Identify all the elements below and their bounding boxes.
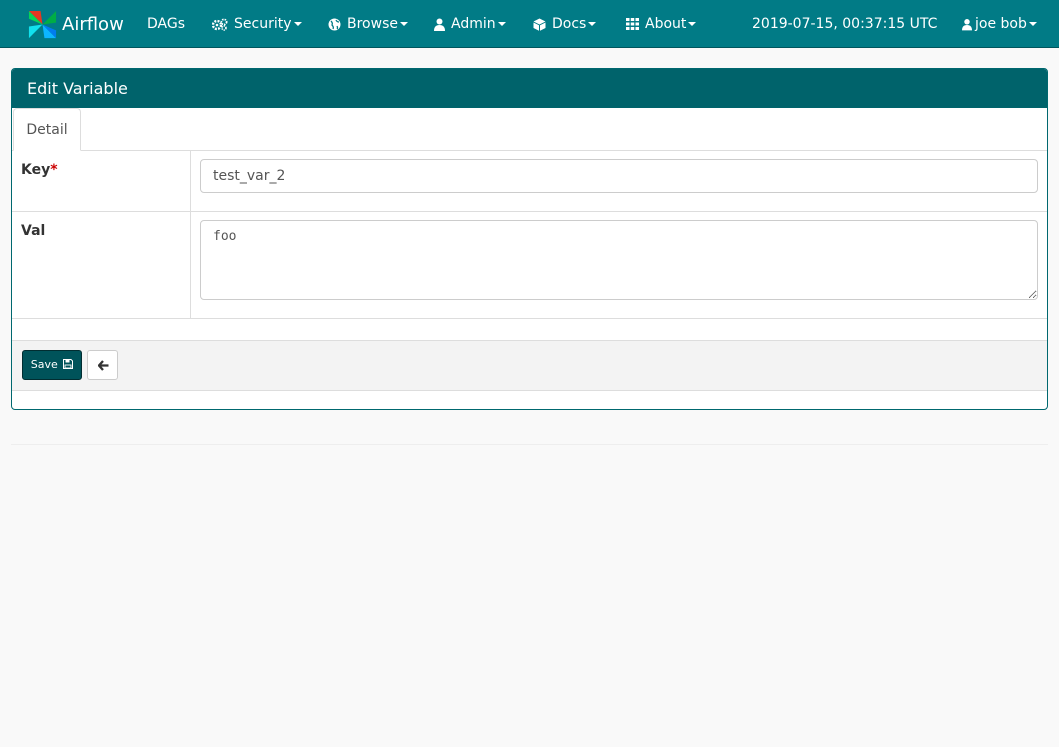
- save-button-label: Save: [30, 358, 58, 371]
- chevron-down-icon: [688, 22, 697, 26]
- nav-about-label: About: [645, 16, 687, 32]
- form-actions: Save: [12, 340, 1047, 391]
- back-button[interactable]: [87, 350, 118, 380]
- nav-dags-label: DAGs: [147, 16, 186, 32]
- user-icon: [962, 18, 972, 31]
- brand-name: Airflow: [62, 13, 124, 35]
- chevron-down-icon: [399, 22, 408, 26]
- save-button[interactable]: Save: [22, 350, 82, 380]
- chevron-down-icon: [1028, 22, 1037, 26]
- key-label-text: Key: [21, 162, 51, 178]
- nav-docs-label: Docs: [552, 16, 587, 32]
- cogs-icon: [212, 18, 228, 31]
- cube-icon: [533, 18, 546, 31]
- nav-security-menu[interactable]: Security: [212, 0, 302, 48]
- user-menu[interactable]: joe bob: [962, 0, 1037, 48]
- key-label: Key*: [12, 151, 191, 211]
- nav-docs-menu[interactable]: Docs: [533, 0, 597, 48]
- tab-detail[interactable]: Detail: [13, 108, 81, 151]
- nav-about-menu[interactable]: About: [626, 0, 697, 48]
- chevron-down-icon: [293, 22, 302, 26]
- nav-browse-menu[interactable]: Browse: [328, 0, 408, 48]
- brand-home-link[interactable]: Airflow: [27, 8, 124, 40]
- server-datetime: 2019-07-15, 00:37:15 UTC: [752, 0, 937, 48]
- user-icon: [434, 18, 445, 31]
- panel-title: Edit Variable: [12, 69, 1047, 108]
- nav-admin-menu[interactable]: Admin: [434, 0, 506, 48]
- grid-icon: [626, 18, 639, 30]
- val-form-row: Val foo: [12, 212, 1047, 319]
- edit-variable-panel: Edit Variable Detail Key* Val foo Save: [11, 68, 1048, 410]
- val-label: Val: [12, 212, 191, 318]
- airflow-logo-icon: [28, 10, 57, 38]
- key-form-row: Key*: [12, 151, 1047, 212]
- nav-admin-label: Admin: [451, 16, 496, 32]
- val-textarea[interactable]: foo: [200, 220, 1038, 300]
- nav-security-label: Security: [234, 16, 292, 32]
- floppy-disk-icon: [63, 359, 74, 369]
- globe-icon: [328, 18, 341, 31]
- nav-browse-label: Browse: [347, 16, 398, 32]
- arrow-left-icon: [98, 360, 109, 371]
- chevron-down-icon: [588, 22, 597, 26]
- server-datetime-text: 2019-07-15, 00:37:15 UTC: [752, 16, 938, 32]
- top-navbar: Airflow DAGs Security Browse Admin Docs …: [0, 0, 1059, 48]
- chevron-down-icon: [497, 22, 506, 26]
- required-marker: *: [50, 162, 58, 178]
- nav-dags[interactable]: DAGs: [147, 0, 185, 48]
- panel-tabs: Detail: [12, 108, 1047, 151]
- key-input[interactable]: [200, 159, 1038, 193]
- user-name: joe bob: [975, 16, 1027, 32]
- page-divider: [11, 444, 1048, 445]
